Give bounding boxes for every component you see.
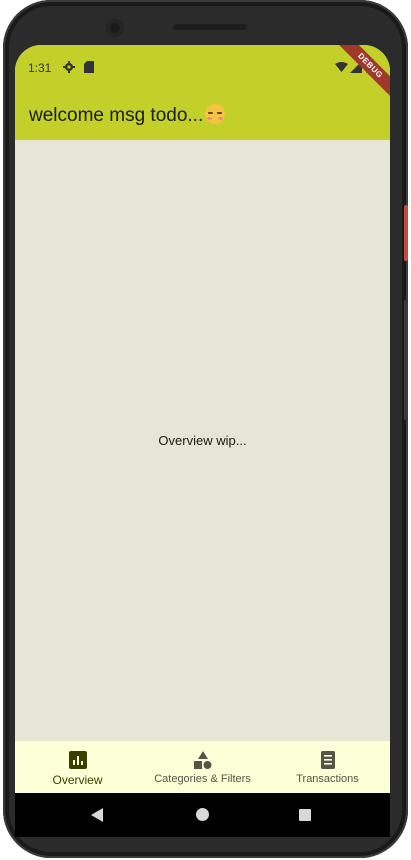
- overview-placeholder-text: Overview wip...: [158, 433, 247, 448]
- nav-item-transactions[interactable]: Transactions: [265, 741, 390, 793]
- home-circle-icon[interactable]: [196, 808, 209, 821]
- bar-chart-icon: [68, 751, 87, 769]
- app-bar: 1:31 DEBUG welcome msg todo...: [15, 45, 390, 140]
- category-shapes-icon: [193, 751, 211, 769]
- page-title-text: welcome msg todo...: [29, 105, 204, 126]
- back-triangle-icon[interactable]: [90, 808, 104, 822]
- nav-item-categories-filters[interactable]: Categories & Filters: [140, 741, 265, 793]
- sd-card-icon: [84, 61, 94, 73]
- front-camera: [106, 19, 124, 37]
- volume-buttons: [404, 300, 408, 420]
- nav-label-transactions: Transactions: [296, 773, 359, 785]
- recent-apps-square-icon[interactable]: [299, 809, 311, 821]
- bottom-navigation-bar: Overview Categories & Filters Transactio…: [15, 741, 390, 793]
- system-navigation-bar: [15, 793, 390, 837]
- nav-label-overview: Overview: [52, 773, 103, 787]
- power-button: [404, 205, 408, 261]
- settings-gear-icon: [63, 61, 75, 73]
- sleepy-face-emoji-icon: [205, 104, 226, 124]
- app-screen: 1:31 DEBUG welcome msg todo... Overview …: [15, 45, 390, 793]
- nav-label-categories-filters: Categories & Filters: [154, 773, 251, 785]
- receipt-icon: [320, 751, 335, 769]
- debug-banner: DEBUG: [336, 45, 390, 100]
- nav-item-overview[interactable]: Overview: [15, 741, 140, 793]
- page-title: welcome msg todo...: [29, 104, 226, 127]
- earpiece: [173, 24, 247, 30]
- wifi-icon: [335, 62, 348, 72]
- status-time: 1:31: [28, 61, 52, 75]
